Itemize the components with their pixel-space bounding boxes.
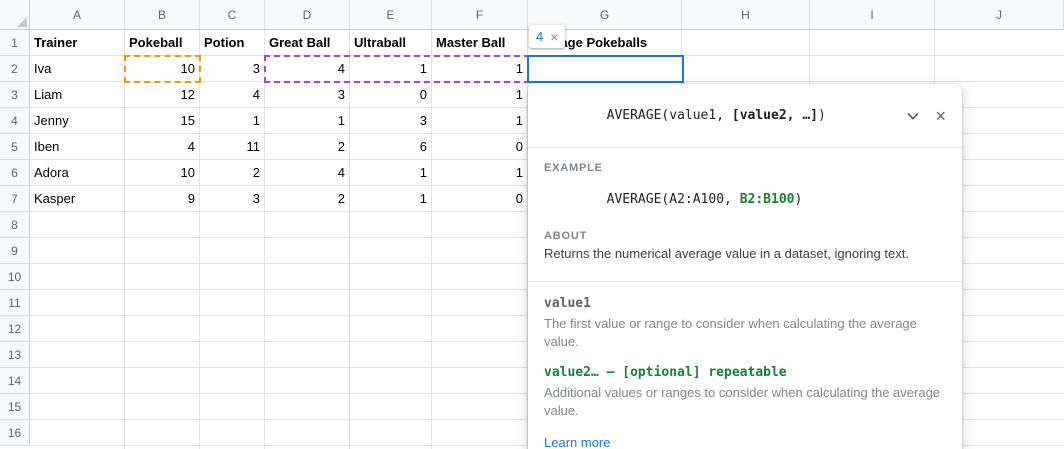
cell-E3[interactable]: 0 [350, 82, 431, 107]
cell-E7[interactable]: 1 [350, 186, 431, 211]
cell-B7[interactable]: 9 [125, 186, 199, 211]
cell-D1[interactable]: Great Ball [265, 30, 349, 55]
row-header-16[interactable]: 16 [0, 420, 30, 446]
cell-A3[interactable]: Liam [30, 82, 124, 107]
cell-C6[interactable]: 2 [200, 160, 264, 185]
param-value1-desc: The first value or range to consider whe… [544, 315, 944, 351]
popup-header-icons: × [907, 107, 946, 125]
cell-D5[interactable]: 2 [265, 134, 349, 159]
column-header-I[interactable]: I [810, 0, 935, 30]
cell-D3[interactable]: 3 [265, 82, 349, 107]
column-header-E[interactable]: E [350, 0, 432, 30]
cell-F3[interactable]: 1 [432, 82, 527, 107]
row-header-8[interactable]: 8 [0, 212, 30, 238]
select-all-corner[interactable] [0, 0, 30, 30]
cell-A7[interactable]: Kasper [30, 186, 124, 211]
column-header-C[interactable]: C [200, 0, 265, 30]
row-header-11[interactable]: 11 [0, 290, 30, 316]
example-post: ) [794, 192, 802, 207]
row-header-10[interactable]: 10 [0, 264, 30, 290]
row-header-14[interactable]: 14 [0, 368, 30, 394]
example-label: EXAMPLE [544, 162, 946, 174]
cell-B3[interactable]: 12 [125, 82, 199, 107]
cell-B5[interactable]: 4 [125, 134, 199, 159]
cell-F7[interactable]: 0 [432, 186, 527, 211]
cell-F4[interactable]: 1 [432, 108, 527, 133]
formula-input[interactable]: =AVERAGE(B2, D2:F2 [527, 55, 684, 83]
cell-F5[interactable]: 0 [432, 134, 527, 159]
column-header-A[interactable]: A [30, 0, 125, 30]
cell-C5[interactable]: 11 [200, 134, 264, 159]
signature-arg1: value1, [669, 108, 732, 123]
cell-A5[interactable]: Iben [30, 134, 124, 159]
google-sheets-spreadsheet: ABCDEFGHIJ12345678910111213141516Trainer… [0, 0, 1064, 449]
cell-C1[interactable]: Potion [200, 30, 264, 55]
cell-A2[interactable]: Iva [30, 56, 124, 81]
row-header-4[interactable]: 4 [0, 108, 30, 134]
popup-header: AVERAGE(value1, [value2, …]) × [528, 84, 962, 148]
cell-B1[interactable]: Pokeball [125, 30, 199, 55]
chevron-down-icon[interactable] [907, 112, 919, 120]
row-header-7[interactable]: 7 [0, 186, 30, 212]
row-header-2[interactable]: 2 [0, 56, 30, 82]
row-header-5[interactable]: 5 [0, 134, 30, 160]
popup-example-about-section: EXAMPLE AVERAGE(A2:A100, B2:B100) ABOUT … [528, 148, 962, 277]
cell-A6[interactable]: Adora [30, 160, 124, 185]
highlighted-range-D2-F2[interactable] [264, 55, 530, 83]
cell-F6[interactable]: 1 [432, 160, 527, 185]
cell-C3[interactable]: 4 [200, 82, 264, 107]
example-highlight: B2:B100 [740, 192, 795, 207]
row-header-15[interactable]: 15 [0, 394, 30, 420]
function-signature: AVERAGE(value1, [value2, …]) [544, 93, 826, 138]
param-value2-name: value2… – [optional] repeatable [544, 365, 946, 380]
cell-B4[interactable]: 15 [125, 108, 199, 133]
cell-A4[interactable]: Jenny [30, 108, 124, 133]
column-header-B[interactable]: B [125, 0, 200, 30]
about-label: ABOUT [544, 230, 946, 242]
preview-close-icon[interactable]: × [550, 30, 558, 44]
cell-A1[interactable]: Trainer [30, 30, 124, 55]
row-header-6[interactable]: 6 [0, 160, 30, 186]
cell-F1[interactable]: Master Ball [432, 30, 527, 55]
learn-more-link[interactable]: Learn more [544, 435, 610, 449]
cell-D7[interactable]: 2 [265, 186, 349, 211]
example-pre: AVERAGE(A2:A100, [607, 192, 740, 207]
cell-E1[interactable]: Ultraball [350, 30, 431, 55]
param-value2-desc: Additional values or ranges to consider … [544, 384, 944, 420]
signature-arg2: [value2, …] [732, 108, 818, 123]
signature-fn: AVERAGE( [607, 108, 670, 123]
column-header-D[interactable]: D [265, 0, 350, 30]
preview-value: 4 [536, 29, 543, 44]
popup-params-section: value1 The first value or range to consi… [528, 282, 962, 449]
cell-C4[interactable]: 1 [200, 108, 264, 133]
cell-E6[interactable]: 1 [350, 160, 431, 185]
row-header-3[interactable]: 3 [0, 82, 30, 108]
function-help-popup: AVERAGE(value1, [value2, …]) × EXAMPLE A… [528, 84, 962, 449]
cell-D4[interactable]: 1 [265, 108, 349, 133]
row-header-13[interactable]: 13 [0, 342, 30, 368]
column-header-F[interactable]: F [432, 0, 528, 30]
row-header-9[interactable]: 9 [0, 238, 30, 264]
close-icon[interactable]: × [935, 107, 946, 125]
cell-C7[interactable]: 3 [200, 186, 264, 211]
column-header-J[interactable]: J [935, 0, 1064, 30]
highlighted-range-B2[interactable] [124, 55, 201, 83]
cell-C2[interactable]: 3 [200, 56, 264, 81]
signature-close-paren: ) [818, 108, 826, 123]
formula-preview-chip: 4 × [529, 25, 565, 48]
select-all-triangle-icon [17, 17, 27, 27]
cell-B6[interactable]: 10 [125, 160, 199, 185]
param-value1-name: value1 [544, 296, 946, 311]
cell-E5[interactable]: 6 [350, 134, 431, 159]
example-code: AVERAGE(A2:A100, B2:B100) [544, 177, 946, 222]
cell-D6[interactable]: 4 [265, 160, 349, 185]
about-text: Returns the numerical average value in a… [544, 245, 946, 263]
column-header-H[interactable]: H [682, 0, 810, 30]
row-header-12[interactable]: 12 [0, 316, 30, 342]
row-header-1[interactable]: 1 [0, 30, 30, 56]
cell-E4[interactable]: 3 [350, 108, 431, 133]
